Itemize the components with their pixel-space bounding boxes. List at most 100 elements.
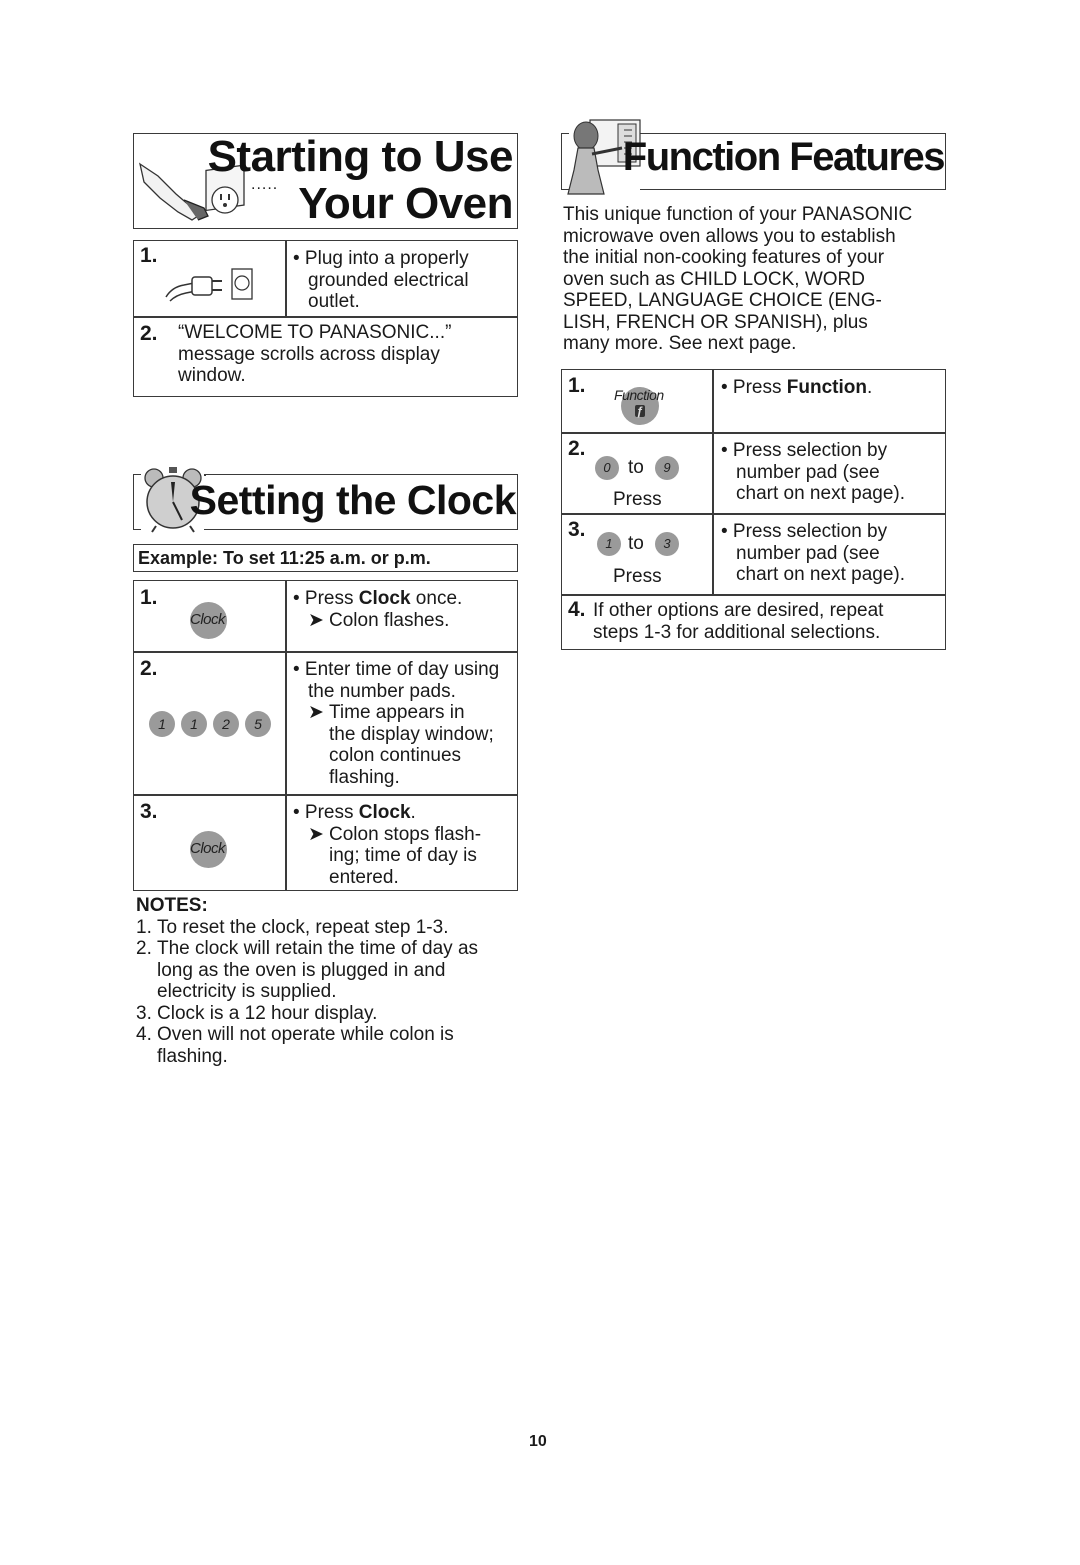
function-intro: This unique function of your PANASONIC m… [563, 204, 953, 355]
note-number: 1. [136, 916, 152, 938]
text-line: the display window; [329, 723, 494, 745]
divider [134, 651, 517, 653]
note-item: 2. The clock will retain the time of day… [136, 938, 526, 1003]
clock-notes: NOTES: 1. To reset the clock, repeat ste… [136, 895, 526, 1067]
divider [285, 581, 287, 890]
text-line: message scrolls across display [178, 343, 440, 365]
divider [134, 794, 517, 796]
step-number: 4. [568, 598, 586, 621]
text-line: number pad (see [736, 461, 880, 483]
text-line: colon continues [329, 745, 462, 766]
function-button-label: Function [614, 387, 664, 403]
text-line: flashing. [157, 1045, 228, 1067]
text-line: electricity is supplied. [157, 981, 337, 1002]
clock-button-label: Clock [190, 611, 226, 628]
to-word: to [628, 533, 644, 554]
text-line: • Press selection by [721, 440, 888, 461]
note-number: 3. [136, 1002, 152, 1024]
bold-text: Function [786, 377, 867, 398]
page-number: 10 [529, 1433, 547, 1450]
arrow-icon: ➤ [308, 702, 324, 723]
clock-example-text: Example: To set 11:25 a.m. or p.m. [138, 548, 431, 568]
starting-step-1-text: • Plug into a properly grounded electric… [293, 248, 513, 313]
step-number: 3. [568, 518, 586, 541]
text-line: SPEED, LANGUAGE CHOICE (ENG- [563, 290, 882, 311]
number-pad-1[interactable]: 1 [597, 532, 621, 556]
text-line: the initial non-cooking features of your [563, 247, 885, 268]
text-line: “WELCOME TO PANASONIC...” [178, 322, 452, 343]
clock-step-2-text: • Enter time of day using the number pad… [293, 659, 518, 788]
bold-text: Clock [358, 588, 411, 609]
clock-button-label: Clock [190, 840, 226, 857]
divider [562, 432, 945, 434]
text-line: number pad (see [736, 542, 880, 564]
text-line: chart on next page). [736, 483, 905, 504]
starting-steps-table: 1. • Plug into a properly grounded elect… [133, 240, 518, 397]
text: • Press [293, 802, 359, 823]
divider [562, 594, 945, 596]
step-number: 1. [140, 586, 158, 609]
text-line: long as the oven is plugged in and [157, 959, 446, 981]
step-number: 1. [140, 244, 158, 267]
text-line: • Enter time of day using [293, 659, 500, 680]
step-number: 3. [140, 800, 158, 823]
function-steps-table: 1. ƒ Function • Press Function. 2. 0 to … [561, 369, 946, 650]
clock-step-3-text: • Press Clock. ➤ Colon stops flash- ing; … [293, 802, 518, 888]
arrow-icon: ➤ [308, 823, 324, 845]
text-line: • Plug into a properly [293, 248, 469, 269]
number-pad-3[interactable]: 3 [655, 532, 679, 556]
text-line: The clock will retain the time of day as [157, 938, 479, 959]
text-line: • Press selection by [721, 521, 888, 542]
number-pad-1[interactable]: 1 [181, 711, 207, 737]
text: • Press [721, 377, 787, 398]
function-step-2-text: • Press selection by number pad (see cha… [721, 440, 943, 505]
text-line: Colon stops flash- [329, 823, 482, 845]
text-line: chart on next page). [736, 564, 905, 585]
number-pad-0[interactable]: 0 [595, 456, 619, 480]
step-number: 2. [140, 322, 158, 345]
step-number: 1. [568, 374, 586, 397]
clock-step-1-text: • Press Clock once. ➤ Colon flashes. [293, 588, 518, 631]
to-word: to [628, 457, 644, 478]
plug-and-outlet-icon [165, 268, 253, 302]
number-pad-2[interactable]: 2 [213, 711, 239, 737]
note-number: 4. [136, 1024, 152, 1045]
text-line: Clock is a 12 hour display. [157, 1002, 378, 1024]
number-pad-9[interactable]: 9 [655, 456, 679, 480]
text-line: grounded electrical [308, 269, 469, 291]
text-line: ing; time of day is [329, 845, 477, 866]
step-number: 2. [140, 657, 158, 680]
text-line: flashing. [329, 766, 400, 788]
press-label: Press [613, 566, 662, 587]
text-line: oven such as CHILD LOCK, WORD [563, 268, 865, 290]
bold-text: Clock [358, 802, 411, 823]
function-step-4-text: If other options are desired, repeat ste… [593, 600, 943, 643]
step-number: 2. [568, 437, 586, 460]
text: • Press [293, 588, 359, 609]
text-line: steps 1-3 for additional selections. [593, 621, 881, 643]
number-pad-1[interactable]: 1 [149, 711, 175, 737]
text-line: Time appears in [329, 702, 465, 723]
starting-step-1: 1. [140, 245, 158, 267]
starting-step-2: 2. “WELCOME TO PANASONIC...” message scr… [140, 322, 510, 387]
number-pad-5[interactable]: 5 [245, 711, 271, 737]
press-label: Press [613, 489, 662, 510]
text-line: entered. [329, 866, 399, 888]
clock-steps-table: 1. Clock • Press Clock once. ➤ Colon flas… [133, 580, 518, 891]
starting-title-line1: Starting to Use [207, 132, 514, 181]
divider [712, 370, 714, 595]
divider [562, 513, 945, 515]
note-item: 1. To reset the clock, repeat step 1-3. [136, 917, 526, 939]
text-line: microwave oven allows you to establish [563, 225, 896, 247]
text-line: outlet. [308, 291, 360, 312]
divider [285, 241, 287, 317]
clock-example-box: Example: To set 11:25 a.m. or p.m. [133, 544, 518, 572]
starting-header-box: ..... Starting to Use Your Oven [133, 132, 518, 229]
text-line: To reset the clock, repeat step 1-3. [157, 916, 449, 938]
arrow-icon: ➤ [308, 609, 324, 631]
text-line: This unique function of your PANASONIC [563, 204, 913, 225]
text-line: Oven will not operate while colon is [157, 1024, 454, 1045]
text: once. [410, 588, 463, 609]
function-glyph-icon: ƒ [634, 404, 646, 418]
text-line: Colon flashes. [329, 609, 450, 631]
